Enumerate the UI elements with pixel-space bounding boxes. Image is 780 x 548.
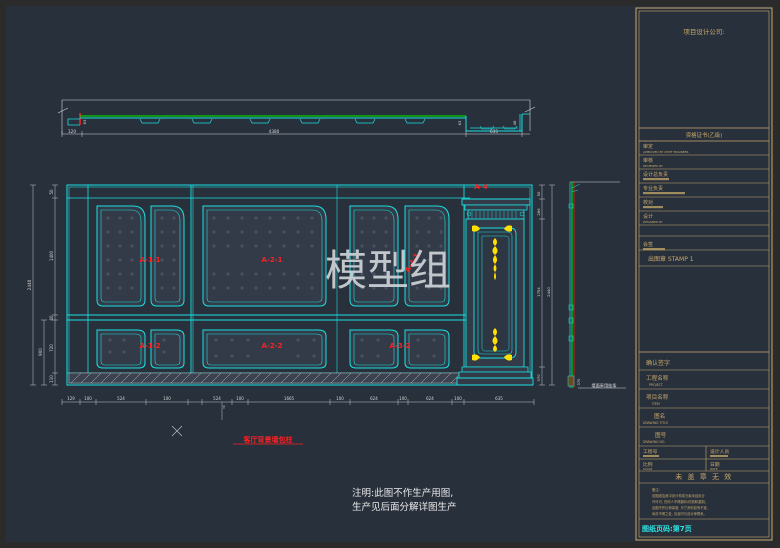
tb-project-code-fill bbox=[643, 455, 659, 457]
tb-row-2-fill bbox=[643, 178, 669, 181]
cad-drawing-canvas: 120 4380 635 63 63 48 墙面采用挂条 370 2440 50… bbox=[0, 0, 780, 548]
dim-b-9: 100 bbox=[399, 396, 407, 401]
tb-scale-en: SCALE bbox=[643, 467, 652, 471]
dim-right-266: 266 bbox=[536, 208, 541, 216]
tb-project-name-en: PROJECT bbox=[649, 383, 663, 387]
dim-b-11: 100 bbox=[454, 396, 462, 401]
dim-left-1400: 1400 bbox=[49, 250, 54, 261]
cad-viewport[interactable]: 120 4380 635 63 63 48 墙面采用挂条 370 2440 50… bbox=[0, 0, 780, 548]
dim-left-60: 60 bbox=[49, 315, 54, 321]
label-A-1-1: A-1-1 bbox=[140, 256, 161, 264]
tb-company-label: 项目设计公司: bbox=[683, 27, 724, 36]
tb-row-0-en: APPROVED BY CHIEF ENGINEER bbox=[643, 150, 689, 154]
dim-left-2440: 2440 bbox=[27, 279, 32, 290]
tb-row-0-cn: 审定 bbox=[643, 143, 653, 150]
tb-row-3-fill bbox=[643, 192, 685, 195]
dim-b-12: 635 bbox=[495, 396, 503, 401]
dim-right-370: 370 bbox=[536, 374, 541, 382]
label-A-1-2: A-1-2 bbox=[140, 342, 161, 350]
tb-drawing-no-cn: 图号 bbox=[655, 431, 667, 439]
dim-top-48b: 48 bbox=[512, 120, 517, 125]
dim-b-4: 524 bbox=[213, 396, 221, 401]
axis-marker-y: Y bbox=[222, 405, 226, 410]
dim-top-48a: 63 bbox=[457, 120, 462, 125]
tb-disclaimer-4: 尚存不明之处, 请及时与设计师联系。 bbox=[652, 511, 707, 516]
dim-section-370: 370 bbox=[577, 378, 581, 386]
tb-item-name-en: ITEM bbox=[652, 402, 660, 406]
frame-top bbox=[0, 0, 780, 6]
dim-top-63: 63 bbox=[82, 119, 87, 124]
note-line-1: 注明:此图不作生产用图, bbox=[352, 487, 453, 499]
frame-right bbox=[772, 0, 780, 548]
dim-b-5: 100 bbox=[236, 396, 244, 401]
tb-disclaimer-2: 许可可, 任何人不得翻印/仿制和重制。 bbox=[652, 499, 708, 504]
tb-disclaimer-3: 此图不作比例量度, 尺寸资料如有不准, bbox=[652, 505, 708, 510]
tb-project-name-cn: 工程名称 bbox=[646, 374, 669, 382]
tb-project-code-cn: 工程号 bbox=[643, 448, 658, 455]
tb-row-1-en: REVIEWED BY bbox=[643, 164, 663, 168]
view-title: 客厅背景墙包柱 bbox=[243, 435, 293, 444]
tb-drawing-title-en: DRAWING TITLE bbox=[643, 421, 668, 425]
tb-stamp-row: 出图章 STAMP 1 bbox=[648, 255, 694, 263]
tb-design-staff-cn: 设计人员 bbox=[710, 448, 729, 455]
dim-right-1754: 1754 bbox=[536, 287, 541, 297]
label-A-4: A-4 bbox=[474, 183, 487, 191]
dim-b-10: 624 bbox=[426, 396, 434, 401]
pilaster-column[interactable] bbox=[456, 198, 534, 386]
label-A-2-1: A-2-1 bbox=[262, 256, 283, 264]
dim-left-720: 720 bbox=[49, 344, 54, 352]
section-note: 墙面采用挂条 bbox=[591, 382, 617, 389]
dim-right-50: 50 bbox=[536, 191, 541, 196]
tb-row-2-cn: 设计总负责 bbox=[643, 171, 668, 178]
tb-row-7-cn: 会签 bbox=[643, 241, 653, 248]
tb-row-1-cn: 审核 bbox=[643, 157, 653, 164]
dim-b-3: 100 bbox=[163, 396, 171, 401]
dim-left-110: 110 bbox=[49, 375, 54, 383]
tb-item-name-cn: 项目名称 bbox=[646, 393, 669, 401]
dim-right-2440: 2440 bbox=[546, 287, 551, 297]
tb-drawing-title-cn: 图名 bbox=[654, 412, 665, 420]
tb-row-4-cn: 校对 bbox=[643, 199, 653, 206]
dim-b-2: 524 bbox=[117, 396, 125, 401]
tb-row-7-fill bbox=[643, 248, 665, 251]
dim-left-900: 900 bbox=[38, 348, 43, 356]
ornament-lower bbox=[492, 328, 498, 352]
watermark-text: 模型组 bbox=[325, 246, 451, 295]
tb-drawing-no-en: DRAWING NO. bbox=[643, 440, 665, 444]
plinth-hatch bbox=[68, 372, 465, 384]
dim-b-1: 100 bbox=[84, 396, 92, 401]
label-A-3-2: A-3-2 bbox=[390, 342, 411, 350]
tb-page-label: 图纸页码:第7页 bbox=[642, 524, 692, 533]
dim-top-120: 120 bbox=[68, 129, 76, 134]
tb-confirm-signature: 确认签字 bbox=[646, 359, 670, 367]
label-A-2-2: A-2-2 bbox=[262, 342, 283, 350]
dim-b-7: 100 bbox=[336, 396, 344, 401]
tb-design-staff-fill bbox=[710, 455, 728, 457]
dim-top-635: 635 bbox=[490, 129, 498, 134]
dim-left-50: 50 bbox=[49, 189, 54, 195]
tb-row-5-cn: 设计 bbox=[643, 213, 653, 220]
dim-b-6: 1665 bbox=[284, 396, 295, 401]
frame-bottom bbox=[0, 542, 780, 548]
tb-disclaimer-0: 备注: bbox=[652, 487, 660, 492]
tb-disclaimer-1: 该图纸及其中设计构成元素未经设计 bbox=[652, 493, 705, 498]
dim-top-4380: 4380 bbox=[269, 129, 280, 134]
tb-cert-header: 资格证书(乙级) bbox=[686, 131, 723, 139]
dim-b-0: 129 bbox=[67, 396, 75, 401]
frame-left bbox=[0, 0, 6, 548]
dim-b-8: 624 bbox=[370, 396, 378, 401]
tb-row-4-fill bbox=[643, 206, 663, 209]
tb-invalid-stamp: 未 盖 章 无 效 bbox=[675, 472, 732, 481]
note-line-2: 生产见后面分解详图生产 bbox=[352, 501, 457, 513]
tb-row-3-cn: 专业负责 bbox=[643, 185, 663, 192]
tb-row-5-en: DESIGNED BY bbox=[643, 220, 663, 224]
tb-date-en: DATE bbox=[710, 467, 718, 471]
